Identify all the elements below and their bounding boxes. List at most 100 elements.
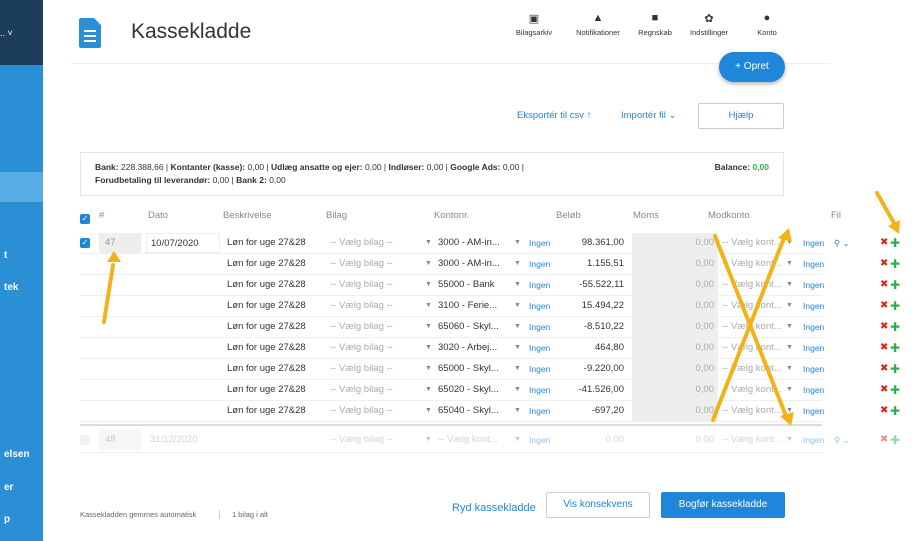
delete-row-icon[interactable]: ✖ <box>880 317 888 337</box>
chevron-down-icon[interactable]: ▼ <box>514 233 521 253</box>
contra-account-select[interactable]: -- Vælg kont... <box>718 296 794 316</box>
chevron-down-icon[interactable]: ▼ <box>425 296 432 316</box>
chevron-down-icon[interactable]: ▼ <box>786 296 793 316</box>
contra-vat-select[interactable]: Ingen <box>801 233 831 253</box>
sidebar-item[interactable]: er <box>0 482 43 493</box>
delete-row-icon[interactable]: ✖ <box>880 430 888 450</box>
add-row-icon[interactable]: ✚ <box>890 430 900 450</box>
bilag-select[interactable]: -- Vælg bilag -- <box>325 275 421 295</box>
sidebar-active-item[interactable] <box>0 172 43 202</box>
add-row-icon[interactable]: ✚ <box>890 296 900 316</box>
nav-bilagsarkiv[interactable]: ▣ Bilagsarkiv <box>505 12 563 37</box>
amount-input[interactable]: 1.155,51 <box>558 254 628 274</box>
chevron-down-icon[interactable]: ▼ <box>514 401 521 421</box>
contra-account-select[interactable]: -- Vælg kont... <box>718 233 794 253</box>
add-row-icon[interactable]: ✚ <box>890 254 900 274</box>
nav-regnskab[interactable]: ■ Regnskab <box>631 12 679 37</box>
delete-row-icon[interactable]: ✖ <box>880 359 888 379</box>
sidebar-account[interactable]: .. ˅ <box>0 0 43 65</box>
bilag-select[interactable]: -- Vælg bilag -- <box>325 401 421 421</box>
chevron-down-icon[interactable]: ▼ <box>425 338 432 358</box>
chevron-down-icon[interactable]: ▼ <box>786 233 793 253</box>
contra-vat-select[interactable]: Ingen <box>801 401 831 421</box>
description-input[interactable]: Løn for uge 27&28 <box>222 254 322 274</box>
sidebar-item[interactable]: p <box>0 514 43 525</box>
chevron-down-icon[interactable]: ▼ <box>425 317 432 337</box>
contra-account-select[interactable]: -- Vælg kont... <box>718 275 794 295</box>
amount-input[interactable]: 464,80 <box>558 338 628 358</box>
add-row-icon[interactable]: ✚ <box>890 233 900 253</box>
contra-vat-select[interactable]: Ingen <box>801 275 831 295</box>
add-row-icon[interactable]: ✚ <box>890 338 900 358</box>
description-input[interactable]: Løn for uge 27&28 <box>222 338 322 358</box>
chevron-down-icon[interactable]: ▼ <box>514 317 521 337</box>
chevron-down-icon[interactable]: ▼ <box>786 275 793 295</box>
add-row-icon[interactable]: ✚ <box>890 275 900 295</box>
chevron-down-icon[interactable]: ▼ <box>425 233 432 253</box>
vat-code-select[interactable]: Ingen <box>527 254 557 274</box>
amount-input[interactable]: 98.361,00 <box>558 233 628 253</box>
sidebar-item[interactable]: tek <box>0 282 43 293</box>
contra-vat-select[interactable]: Ingen <box>801 430 831 450</box>
delete-row-icon[interactable]: ✖ <box>880 254 888 274</box>
vat-code-select[interactable]: Ingen <box>527 401 557 421</box>
help-button[interactable]: Hjælp <box>698 103 784 129</box>
amount-input[interactable]: -8.510,22 <box>558 317 628 337</box>
account-select[interactable]: 3000 - AM-in... <box>434 233 510 253</box>
vat-code-select[interactable]: Ingen <box>527 338 557 358</box>
account-select[interactable]: 3000 - AM-in... <box>434 254 510 274</box>
amount-input[interactable]: -41.526,00 <box>558 380 628 400</box>
contra-vat-select[interactable]: Ingen <box>801 254 831 274</box>
vat-code-select[interactable]: Ingen <box>527 233 557 253</box>
account-select[interactable]: 3020 - Arbej... <box>434 338 510 358</box>
contra-vat-select[interactable]: Ingen <box>801 380 831 400</box>
amount-input[interactable]: 0,00 <box>558 430 628 450</box>
chevron-down-icon[interactable]: ▼ <box>786 254 793 274</box>
date-input[interactable]: 31/12/2020 <box>150 430 222 450</box>
bilag-select[interactable]: -- Vælg bilag -- <box>325 317 421 337</box>
chevron-down-icon[interactable]: ▼ <box>425 359 432 379</box>
chevron-down-icon[interactable]: ▼ <box>786 401 793 421</box>
nav-notifikationer[interactable]: ▲ Notifikationer <box>565 12 631 37</box>
account-select[interactable]: 55000 - Bank <box>434 275 510 295</box>
description-input[interactable]: Løn for uge 27&28 <box>222 380 322 400</box>
contra-vat-select[interactable]: Ingen <box>801 296 831 316</box>
account-select[interactable]: 65040 - Skyl... <box>434 401 510 421</box>
chevron-down-icon[interactable]: ▼ <box>786 338 793 358</box>
chevron-down-icon[interactable]: ▼ <box>514 380 521 400</box>
amount-input[interactable]: -55.522,11 <box>558 275 628 295</box>
contra-vat-select[interactable]: Ingen <box>801 359 831 379</box>
delete-row-icon[interactable]: ✖ <box>880 338 888 358</box>
contra-account-select[interactable]: -- Vælg kont... <box>718 359 794 379</box>
sidebar-item[interactable]: elsen <box>0 449 43 460</box>
contra-account-select[interactable]: -- Vælg kont... <box>718 254 794 274</box>
date-input[interactable]: 10/07/2020 <box>146 233 220 253</box>
vat-code-select[interactable]: Ingen <box>527 380 557 400</box>
add-row-icon[interactable]: ✚ <box>890 401 900 421</box>
contra-account-select[interactable]: -- Vælg kont... <box>718 430 794 450</box>
delete-row-icon[interactable]: ✖ <box>880 380 888 400</box>
row-checkbox[interactable] <box>80 435 90 445</box>
chevron-down-icon[interactable]: ▼ <box>425 254 432 274</box>
chevron-down-icon[interactable]: ▼ <box>786 359 793 379</box>
account-select[interactable]: 65000 - Skyl... <box>434 359 510 379</box>
contra-account-select[interactable]: -- Vælg kont... <box>718 401 794 421</box>
vat-code-select[interactable]: Ingen <box>527 359 557 379</box>
select-all-checkbox[interactable]: ✓ <box>80 214 90 224</box>
amount-input[interactable]: -697,20 <box>558 401 628 421</box>
account-select[interactable]: 65060 - Skyl... <box>434 317 510 337</box>
nav-indstillinger[interactable]: ✿ Indstillinger <box>683 12 735 37</box>
sidebar-item[interactable]: t <box>0 250 43 261</box>
chevron-down-icon[interactable]: ▼ <box>514 296 521 316</box>
delete-row-icon[interactable]: ✖ <box>880 296 888 316</box>
delete-row-icon[interactable]: ✖ <box>880 275 888 295</box>
vat-code-select[interactable]: Ingen <box>527 430 557 450</box>
chevron-down-icon[interactable]: ▼ <box>786 430 793 450</box>
chevron-down-icon[interactable]: ▼ <box>786 317 793 337</box>
row-checkbox[interactable]: ✓ <box>80 238 90 248</box>
attach-file-icon[interactable]: ⚲ ⌄ <box>834 233 856 253</box>
amount-input[interactable]: -9.220,00 <box>558 359 628 379</box>
attach-file-icon[interactable]: ⚲ ⌄ <box>834 430 856 450</box>
contra-vat-select[interactable]: Ingen <box>801 317 831 337</box>
vat-code-select[interactable]: Ingen <box>527 317 557 337</box>
